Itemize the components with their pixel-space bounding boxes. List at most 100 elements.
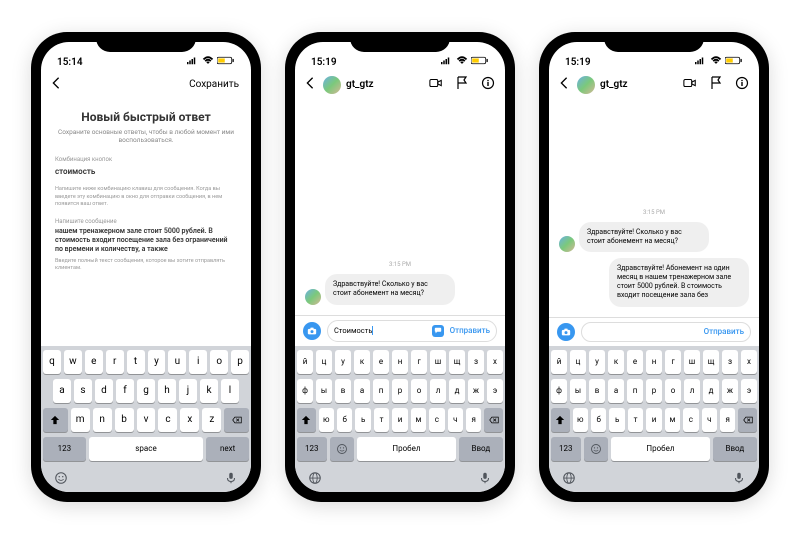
message-input[interactable]: нашем тренажерном зале стоит 5000 рублей… <box>55 227 237 254</box>
key-з[interactable]: з <box>468 350 484 374</box>
space-key[interactable]: space <box>89 437 203 461</box>
key-ь[interactable]: ь <box>609 408 624 432</box>
space-key[interactable]: Пробел <box>357 437 456 461</box>
key-х[interactable]: х <box>487 350 503 374</box>
flag-icon[interactable] <box>709 75 723 94</box>
key-ь[interactable]: ь <box>355 408 370 432</box>
key-е[interactable]: е <box>373 350 389 374</box>
key-а[interactable]: а <box>608 379 624 403</box>
key-ы[interactable]: ы <box>316 379 332 403</box>
key-к[interactable]: к <box>354 350 370 374</box>
key-т[interactable]: т <box>628 408 643 432</box>
key-ч[interactable]: ч <box>448 408 463 432</box>
camera-button[interactable] <box>303 322 321 340</box>
key-ы[interactable]: ы <box>570 379 586 403</box>
message-input[interactable]: Отправить <box>581 322 751 342</box>
key-м[interactable]: м <box>411 408 426 432</box>
key-н[interactable]: н <box>646 350 662 374</box>
message-input[interactable]: Стоимость Отправить <box>327 320 497 342</box>
key-т[interactable]: т <box>374 408 389 432</box>
key-б[interactable]: б <box>337 408 352 432</box>
key-я[interactable]: я <box>466 408 481 432</box>
key-щ[interactable]: щ <box>703 350 719 374</box>
key-e[interactable]: e <box>85 350 103 374</box>
key-q[interactable]: q <box>43 350 61 374</box>
key-u[interactable]: u <box>168 350 186 374</box>
key-s[interactable]: s <box>74 379 92 403</box>
key-в[interactable]: в <box>589 379 605 403</box>
shift-key[interactable] <box>297 408 316 432</box>
back-button[interactable] <box>51 76 61 94</box>
key-п[interactable]: п <box>627 379 643 403</box>
key-й[interactable]: й <box>551 350 567 374</box>
key-ю[interactable]: ю <box>319 408 334 432</box>
key-ж[interactable]: ж <box>722 379 738 403</box>
key-у[interactable]: у <box>589 350 605 374</box>
key-k[interactable]: k <box>200 379 218 403</box>
mic-key[interactable] <box>223 470 239 486</box>
key-x[interactable]: x <box>180 408 199 432</box>
key-ч[interactable]: ч <box>702 408 717 432</box>
key-ю[interactable]: ю <box>573 408 588 432</box>
key-b[interactable]: b <box>115 408 134 432</box>
send-button[interactable]: Отправить <box>704 327 744 336</box>
key-o[interactable]: o <box>210 350 228 374</box>
key-н[interactable]: н <box>392 350 408 374</box>
key-м[interactable]: м <box>665 408 680 432</box>
backspace-key[interactable] <box>224 408 249 432</box>
key-с[interactable]: с <box>429 408 444 432</box>
key-п[interactable]: п <box>373 379 389 403</box>
globe-icon[interactable] <box>561 470 577 486</box>
backspace-key[interactable] <box>738 408 757 432</box>
key-щ[interactable]: щ <box>449 350 465 374</box>
key-ж[interactable]: ж <box>468 379 484 403</box>
key-d[interactable]: d <box>95 379 113 403</box>
num-key[interactable]: 123 <box>297 437 327 461</box>
key-ш[interactable]: ш <box>684 350 700 374</box>
video-icon[interactable] <box>429 75 443 94</box>
mic-key[interactable] <box>731 470 747 486</box>
back-button[interactable] <box>559 76 569 94</box>
key-r[interactable]: r <box>106 350 124 374</box>
space-key[interactable]: Пробел <box>611 437 710 461</box>
next-key[interactable]: next <box>206 437 249 461</box>
key-к[interactable]: к <box>608 350 624 374</box>
key-n[interactable]: n <box>93 408 112 432</box>
key-p[interactable]: p <box>231 350 249 374</box>
video-icon[interactable] <box>683 75 697 94</box>
emoji-key[interactable] <box>53 470 69 486</box>
key-у[interactable]: у <box>335 350 351 374</box>
camera-button[interactable] <box>557 323 575 341</box>
save-button[interactable]: Сохранить <box>189 79 239 90</box>
quick-reply-icon[interactable] <box>432 325 444 337</box>
key-ц[interactable]: ц <box>316 350 332 374</box>
key-ш[interactable]: ш <box>430 350 446 374</box>
key-ц[interactable]: ц <box>570 350 586 374</box>
enter-key[interactable]: Ввод <box>459 437 503 461</box>
key-с[interactable]: с <box>683 408 698 432</box>
chat-user[interactable]: gt_gtz <box>577 76 628 94</box>
info-icon[interactable] <box>481 75 495 94</box>
key-y[interactable]: y <box>148 350 166 374</box>
key-j[interactable]: j <box>179 379 197 403</box>
chat-user[interactable]: gt_gtz <box>323 76 374 94</box>
info-icon[interactable] <box>735 75 749 94</box>
key-з[interactable]: з <box>722 350 738 374</box>
mic-key[interactable] <box>477 470 493 486</box>
enter-key[interactable]: Ввод <box>713 437 757 461</box>
key-я[interactable]: я <box>720 408 735 432</box>
num-key[interactable]: 123 <box>43 437 86 461</box>
key-е[interactable]: е <box>627 350 643 374</box>
key-г[interactable]: г <box>411 350 427 374</box>
key-t[interactable]: t <box>127 350 145 374</box>
globe-key[interactable] <box>584 437 609 461</box>
key-р[interactable]: р <box>392 379 408 403</box>
key-б[interactable]: б <box>591 408 606 432</box>
key-р[interactable]: р <box>646 379 662 403</box>
back-button[interactable] <box>305 76 315 94</box>
key-д[interactable]: д <box>703 379 719 403</box>
key-i[interactable]: i <box>189 350 207 374</box>
key-о[interactable]: о <box>411 379 427 403</box>
key-m[interactable]: m <box>71 408 90 432</box>
key-ф[interactable]: ф <box>551 379 567 403</box>
